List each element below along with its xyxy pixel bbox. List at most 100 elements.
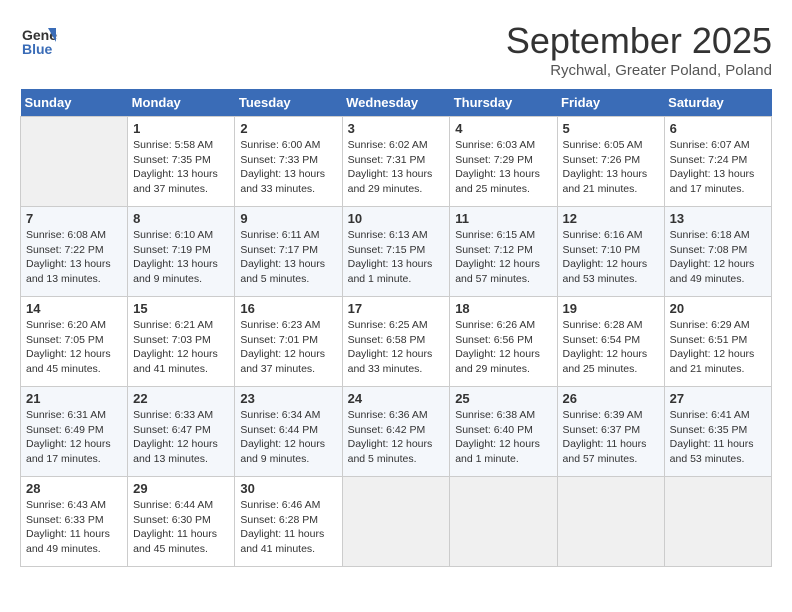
day-info: Sunrise: 6:38 AM Sunset: 6:40 PM Dayligh… <box>455 408 551 467</box>
logo: General Blue <box>20 20 58 58</box>
day-info: Sunrise: 6:05 AM Sunset: 7:26 PM Dayligh… <box>563 138 659 197</box>
day-info: Sunrise: 6:10 AM Sunset: 7:19 PM Dayligh… <box>133 228 229 287</box>
day-number: 2 <box>240 121 336 136</box>
calendar-cell <box>664 477 771 567</box>
day-info: Sunrise: 6:23 AM Sunset: 7:01 PM Dayligh… <box>240 318 336 377</box>
day-number: 15 <box>133 301 229 316</box>
svg-text:Blue: Blue <box>22 41 53 57</box>
day-info: Sunrise: 6:15 AM Sunset: 7:12 PM Dayligh… <box>455 228 551 287</box>
day-number: 26 <box>563 391 659 406</box>
calendar-week-5: 28 Sunrise: 6:43 AM Sunset: 6:33 PM Dayli… <box>21 477 772 567</box>
day-number: 28 <box>26 481 122 496</box>
day-number: 29 <box>133 481 229 496</box>
calendar-cell: 10 Sunrise: 6:13 AM Sunset: 7:15 PM Dayli… <box>342 207 450 297</box>
day-number: 8 <box>133 211 229 226</box>
calendar-cell: 20Sunrise: 6:29 AM Sunset: 6:51 PM Dayli… <box>664 297 771 387</box>
calendar-cell: 4Sunrise: 6:03 AM Sunset: 7:29 PM Daylig… <box>450 117 557 207</box>
day-info: Sunrise: 6:08 AM Sunset: 7:22 PM Dayligh… <box>26 228 122 287</box>
calendar-cell: 18 Sunrise: 6:26 AM Sunset: 6:56 PM Dayli… <box>450 297 557 387</box>
day-info: Sunrise: 6:46 AM Sunset: 6:28 PM Dayligh… <box>240 498 336 557</box>
day-info: Sunrise: 6:44 AM Sunset: 6:30 PM Dayligh… <box>133 498 229 557</box>
day-number: 7 <box>26 211 122 226</box>
calendar-cell: 3 Sunrise: 6:02 AM Sunset: 7:31 PM Daylig… <box>342 117 450 207</box>
calendar-cell: 2 Sunrise: 6:00 AM Sunset: 7:33 PM Daylig… <box>235 117 342 207</box>
calendar-cell: 12 Sunrise: 6:16 AM Sunset: 7:10 PM Dayli… <box>557 207 664 297</box>
day-info: Sunrise: 6:18 AM Sunset: 7:08 PM Dayligh… <box>670 228 766 287</box>
day-number: 30 <box>240 481 336 496</box>
calendar-cell: 16 Sunrise: 6:23 AM Sunset: 7:01 PM Dayli… <box>235 297 342 387</box>
header-row: Sunday Monday Tuesday Wednesday Thursday… <box>21 89 772 117</box>
calendar-cell: 9Sunrise: 6:11 AM Sunset: 7:17 PM Daylig… <box>235 207 342 297</box>
calendar-cell <box>21 117 128 207</box>
calendar-cell: 21 Sunrise: 6:31 AM Sunset: 6:49 PM Dayli… <box>21 387 128 477</box>
calendar-cell: 24Sunrise: 6:36 AM Sunset: 6:42 PM Dayli… <box>342 387 450 477</box>
day-info: Sunrise: 6:13 AM Sunset: 7:15 PM Dayligh… <box>348 228 445 287</box>
day-number: 17 <box>348 301 445 316</box>
calendar-cell: 7 Sunrise: 6:08 AM Sunset: 7:22 PM Daylig… <box>21 207 128 297</box>
calendar-cell: 11 Sunrise: 6:15 AM Sunset: 7:12 PM Dayli… <box>450 207 557 297</box>
day-number: 25 <box>455 391 551 406</box>
day-info: Sunrise: 6:28 AM Sunset: 6:54 PM Dayligh… <box>563 318 659 377</box>
day-info: Sunrise: 5:58 AM Sunset: 7:35 PM Dayligh… <box>133 138 229 197</box>
day-info: Sunrise: 6:25 AM Sunset: 6:58 PM Dayligh… <box>348 318 445 377</box>
logo-icon: General Blue <box>20 20 58 58</box>
title-block: September 2025 Rychwal, Greater Poland, … <box>506 20 772 79</box>
day-number: 23 <box>240 391 336 406</box>
day-info: Sunrise: 6:29 AM Sunset: 6:51 PM Dayligh… <box>670 318 766 377</box>
calendar-cell <box>342 477 450 567</box>
calendar-cell: 13Sunrise: 6:18 AM Sunset: 7:08 PM Dayli… <box>664 207 771 297</box>
day-info: Sunrise: 6:02 AM Sunset: 7:31 PM Dayligh… <box>348 138 445 197</box>
col-thursday: Thursday <box>450 89 557 117</box>
calendar-week-3: 14Sunrise: 6:20 AM Sunset: 7:05 PM Dayli… <box>21 297 772 387</box>
day-number: 27 <box>670 391 766 406</box>
calendar-header: Sunday Monday Tuesday Wednesday Thursday… <box>21 89 772 117</box>
calendar-cell: 29 Sunrise: 6:44 AM Sunset: 6:30 PM Dayli… <box>128 477 235 567</box>
day-info: Sunrise: 6:43 AM Sunset: 6:33 PM Dayligh… <box>26 498 122 557</box>
calendar-cell: 6Sunrise: 6:07 AM Sunset: 7:24 PM Daylig… <box>664 117 771 207</box>
day-number: 11 <box>455 211 551 226</box>
day-number: 9 <box>240 211 336 226</box>
calendar-cell: 17 Sunrise: 6:25 AM Sunset: 6:58 PM Dayli… <box>342 297 450 387</box>
calendar-week-4: 21 Sunrise: 6:31 AM Sunset: 6:49 PM Dayli… <box>21 387 772 477</box>
day-info: Sunrise: 6:31 AM Sunset: 6:49 PM Dayligh… <box>26 408 122 467</box>
calendar-cell: 8 Sunrise: 6:10 AM Sunset: 7:19 PM Daylig… <box>128 207 235 297</box>
day-info: Sunrise: 6:16 AM Sunset: 7:10 PM Dayligh… <box>563 228 659 287</box>
day-info: Sunrise: 6:20 AM Sunset: 7:05 PM Dayligh… <box>26 318 122 377</box>
calendar-cell: 19Sunrise: 6:28 AM Sunset: 6:54 PM Dayli… <box>557 297 664 387</box>
day-info: Sunrise: 6:34 AM Sunset: 6:44 PM Dayligh… <box>240 408 336 467</box>
calendar-subtitle: Rychwal, Greater Poland, Poland <box>506 62 772 79</box>
calendar-cell: 28 Sunrise: 6:43 AM Sunset: 6:33 PM Dayli… <box>21 477 128 567</box>
col-sunday: Sunday <box>21 89 128 117</box>
day-number: 3 <box>348 121 445 136</box>
day-number: 22 <box>133 391 229 406</box>
calendar-cell: 23 Sunrise: 6:34 AM Sunset: 6:44 PM Dayli… <box>235 387 342 477</box>
day-number: 10 <box>348 211 445 226</box>
calendar-body: 1 Sunrise: 5:58 AM Sunset: 7:35 PM Daylig… <box>21 117 772 567</box>
calendar-title: September 2025 <box>506 20 772 62</box>
col-wednesday: Wednesday <box>342 89 450 117</box>
calendar-cell: 22Sunrise: 6:33 AM Sunset: 6:47 PM Dayli… <box>128 387 235 477</box>
day-info: Sunrise: 6:07 AM Sunset: 7:24 PM Dayligh… <box>670 138 766 197</box>
day-info: Sunrise: 6:00 AM Sunset: 7:33 PM Dayligh… <box>240 138 336 197</box>
calendar-week-1: 1 Sunrise: 5:58 AM Sunset: 7:35 PM Daylig… <box>21 117 772 207</box>
col-tuesday: Tuesday <box>235 89 342 117</box>
day-number: 4 <box>455 121 551 136</box>
day-number: 18 <box>455 301 551 316</box>
day-number: 12 <box>563 211 659 226</box>
day-number: 1 <box>133 121 229 136</box>
calendar-cell <box>450 477 557 567</box>
day-number: 16 <box>240 301 336 316</box>
day-number: 24 <box>348 391 445 406</box>
day-info: Sunrise: 6:39 AM Sunset: 6:37 PM Dayligh… <box>563 408 659 467</box>
calendar-table: Sunday Monday Tuesday Wednesday Thursday… <box>20 89 772 567</box>
calendar-cell: 30 Sunrise: 6:46 AM Sunset: 6:28 PM Dayli… <box>235 477 342 567</box>
calendar-cell: 25 Sunrise: 6:38 AM Sunset: 6:40 PM Dayli… <box>450 387 557 477</box>
day-number: 21 <box>26 391 122 406</box>
calendar-week-2: 7 Sunrise: 6:08 AM Sunset: 7:22 PM Daylig… <box>21 207 772 297</box>
page-header: General Blue September 2025 Rychwal, Gre… <box>20 20 772 79</box>
calendar-cell: 1 Sunrise: 5:58 AM Sunset: 7:35 PM Daylig… <box>128 117 235 207</box>
day-info: Sunrise: 6:26 AM Sunset: 6:56 PM Dayligh… <box>455 318 551 377</box>
col-friday: Friday <box>557 89 664 117</box>
calendar-cell: 14Sunrise: 6:20 AM Sunset: 7:05 PM Dayli… <box>21 297 128 387</box>
day-info: Sunrise: 6:21 AM Sunset: 7:03 PM Dayligh… <box>133 318 229 377</box>
